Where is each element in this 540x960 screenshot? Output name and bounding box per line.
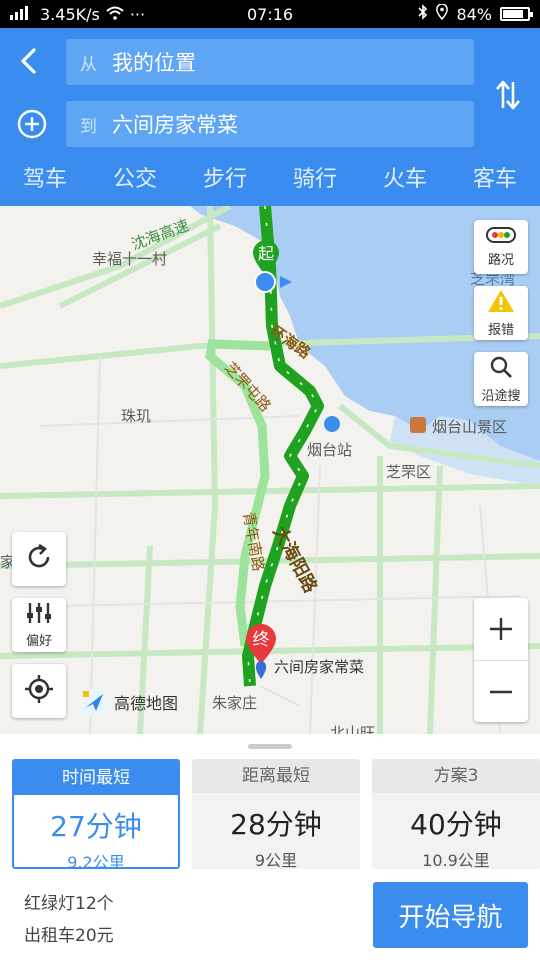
add-waypoint-icon[interactable] (16, 108, 48, 140)
preference-button[interactable]: 偏好 (12, 598, 66, 652)
swap-icon[interactable] (492, 78, 524, 112)
plan-time: 40分钟 (410, 808, 502, 841)
locate-button[interactable] (12, 664, 66, 718)
tab-drive[interactable]: 驾车 (0, 158, 90, 206)
destination-pin-icon (255, 660, 267, 680)
preference-label: 偏好 (25, 633, 52, 649)
location-icon (436, 3, 449, 24)
end-marker-label: 终 (253, 630, 270, 650)
plan-distance: 9.2公里 (67, 853, 125, 869)
map-label-station: 烟台站 (307, 441, 353, 459)
report-button[interactable]: 报错 (474, 286, 528, 340)
route-map[interactable]: 沈海高速 幸福十一村 珠玑 烟台站 烟台山景区 芝罘区 芝罘湾 六间房家常菜 朱… (0, 206, 540, 734)
tab-walk[interactable]: 步行 (180, 158, 270, 206)
report-label: 报错 (487, 322, 514, 338)
more-icon: ··· (129, 4, 146, 24)
plan-time: 27分钟 (50, 810, 142, 843)
taxi-fare: 出租车20元 (24, 926, 114, 946)
start-marker-label: 起 (258, 244, 274, 263)
sliders-icon (24, 602, 54, 628)
tab-bus[interactable]: 公交 (90, 158, 180, 206)
origin-field[interactable]: 从 我的位置 (66, 39, 474, 85)
search-along-button[interactable]: 沿途搜 (474, 352, 528, 406)
plan-title: 时间最短 (14, 761, 178, 795)
plan-card-shortest[interactable]: 距离最短 28分钟 9公里 (192, 759, 360, 869)
battery-percent: 84% (456, 4, 492, 24)
battery-icon (500, 7, 533, 21)
plan-title: 距离最短 (192, 759, 360, 793)
plan-title: 方案3 (372, 759, 540, 793)
plan-distance: 10.9公里 (422, 851, 490, 869)
station-icon (324, 416, 340, 432)
zoom-in-button[interactable] (474, 598, 528, 660)
traffic-label: 路况 (487, 252, 514, 268)
route-plans-panel: 时间最短 27分钟 9.2公里 距离最短 28分钟 9公里 方案3 40分钟 1… (0, 734, 540, 960)
scenic-icon (410, 417, 426, 433)
plan-time: 28分钟 (230, 808, 322, 841)
signal-icon (10, 5, 34, 24)
network-speed: 3.45K/s (40, 4, 100, 24)
map-label-zhujiazhuang: 朱家庄 (212, 694, 258, 712)
map-label-destination: 六间房家常菜 (274, 658, 365, 676)
minus-icon (490, 690, 512, 693)
plan-card-option3[interactable]: 方案3 40分钟 10.9公里 (372, 759, 540, 869)
destination-value: 六间房家常菜 (112, 113, 238, 137)
locate-icon (24, 674, 54, 708)
current-location-icon (252, 268, 292, 296)
map-label-scenic: 烟台山景区 (432, 418, 508, 436)
zoom-control (474, 598, 528, 722)
drag-handle[interactable] (248, 744, 292, 749)
search-along-label: 沿途搜 (481, 388, 521, 404)
map-label-north: 北山旺 (330, 724, 376, 734)
map-label-district: 芝罘区 (386, 463, 432, 481)
tab-coach[interactable]: 客车 (450, 158, 540, 206)
refresh-icon (25, 543, 53, 575)
map-brand-logo: 高德地图 (80, 688, 178, 716)
origin-value: 我的位置 (112, 51, 196, 75)
brand-name: 高德地图 (114, 694, 179, 713)
status-bar: 3.45K/s ··· 07:16 84% (0, 0, 540, 28)
destination-prefix: 到 (80, 116, 97, 137)
map-label-village: 幸福十一村 (92, 250, 168, 268)
refresh-button[interactable] (12, 532, 66, 586)
plus-icon (490, 618, 512, 640)
search-icon (489, 355, 513, 383)
back-arrow-icon[interactable] (14, 46, 44, 76)
warning-icon (487, 289, 515, 317)
destination-field[interactable]: 到 六间房家常菜 (66, 101, 474, 147)
route-header: 从 我的位置 到 六间房家常菜 驾车 公交 步行 骑行 火车 客车 (0, 28, 540, 206)
bluetooth-icon (418, 4, 428, 24)
amap-logo-icon (81, 689, 107, 715)
zoom-out-button[interactable] (474, 660, 528, 722)
plan-card-fastest[interactable]: 时间最短 27分钟 9.2公里 (12, 759, 180, 869)
wifi-icon (106, 5, 124, 24)
traffic-light-icon (486, 226, 516, 247)
tab-train[interactable]: 火车 (360, 158, 450, 206)
map-label-zhuji: 珠玑 (121, 407, 152, 425)
plan-distance: 9公里 (254, 851, 298, 869)
transport-tabs: 驾车 公交 步行 骑行 火车 客车 (0, 158, 540, 206)
origin-prefix: 从 (80, 54, 97, 75)
traffic-light-count: 红绿灯12个 (24, 894, 114, 914)
start-navigation-button[interactable]: 开始导航 (373, 882, 528, 948)
tab-bike[interactable]: 骑行 (270, 158, 360, 206)
traffic-button[interactable]: 路况 (474, 220, 528, 274)
